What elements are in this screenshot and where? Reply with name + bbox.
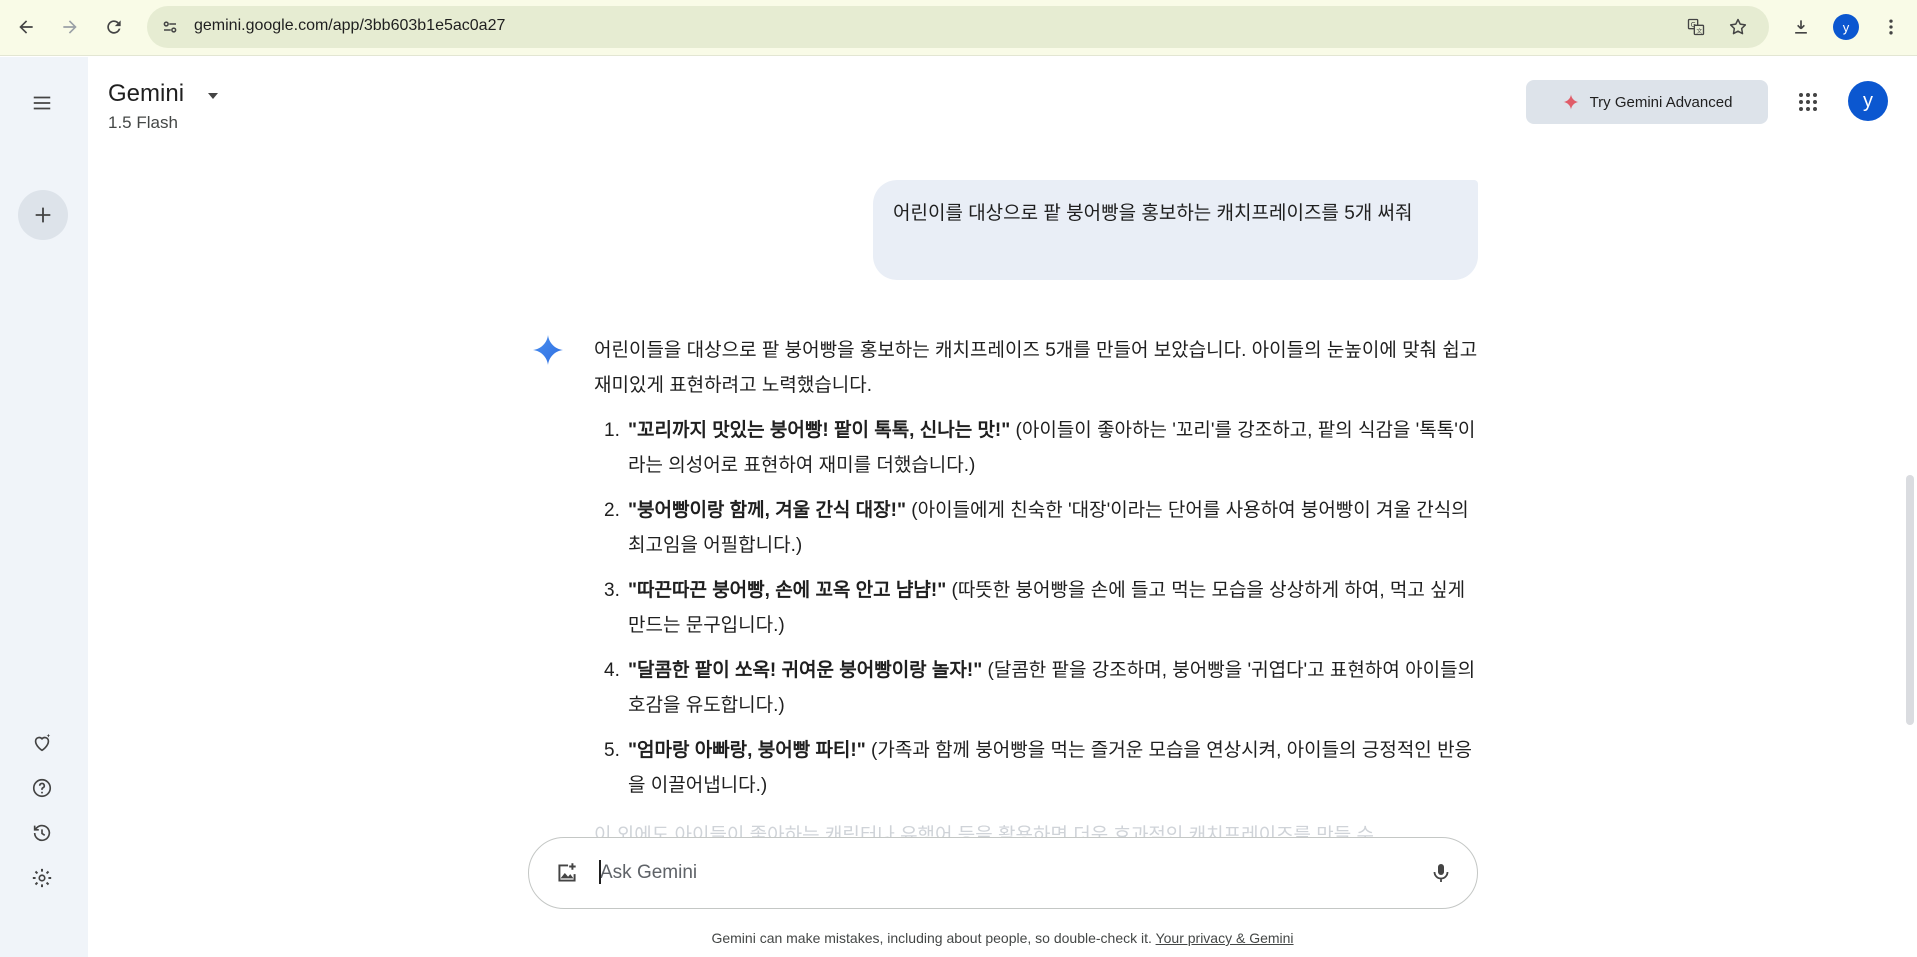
account-avatar[interactable]: y <box>1848 81 1888 121</box>
svg-text:文: 文 <box>1696 27 1702 35</box>
translate-icon[interactable]: G文 <box>1683 14 1709 40</box>
browser-toolbar: gemini.google.com/app/3bb603b1e5ac0a27 G… <box>0 0 1917 56</box>
sparkle-icon <box>1563 94 1579 110</box>
text-cursor <box>599 860 601 884</box>
try-advanced-label: Try Gemini Advanced <box>1589 93 1733 111</box>
download-icon[interactable] <box>1783 9 1819 45</box>
list-item: 1. "꼬리까지 맛있는 붕어빵! 팥이 톡톡, 신나는 맛!" (아이들이 좋아… <box>604 420 1476 476</box>
hamburger-menu-icon[interactable] <box>22 83 62 123</box>
url-text[interactable]: gemini.google.com/app/3bb603b1e5ac0a27 <box>194 17 505 35</box>
disclaimer: Gemini can make mistakes, including abou… <box>0 930 1917 946</box>
chevron-down-icon[interactable] <box>205 88 221 104</box>
privacy-link[interactable]: Your privacy & Gemini <box>1156 930 1294 946</box>
profile-avatar[interactable]: y <box>1833 14 1859 40</box>
back-arrow-icon[interactable] <box>8 9 44 45</box>
list-item: 4. "달콤한 팥이 쏘옥! 귀여운 붕어빵이랑 놀자!" (달콤한 팥을 강조하… <box>604 660 1476 716</box>
star-icon[interactable] <box>1725 14 1751 40</box>
sidebar <box>0 57 88 957</box>
prompt-input[interactable] <box>600 855 1400 891</box>
response-intro: 어린이들을 대상으로 팥 붕어빵을 홍보하는 캐치프레이즈 5개를 만들어 보았… <box>594 340 1478 396</box>
gem-heart-icon[interactable] <box>28 729 56 757</box>
address-bar[interactable]: gemini.google.com/app/3bb603b1e5ac0a27 G… <box>147 6 1769 48</box>
gemini-spark-icon <box>533 335 563 365</box>
add-image-icon[interactable] <box>552 858 582 888</box>
history-icon[interactable] <box>28 819 56 847</box>
disclaimer-text: Gemini can make mistakes, including abou… <box>711 930 1152 946</box>
tune-icon[interactable] <box>157 14 183 40</box>
list-item: 3. "따끈따끈 붕어빵, 손에 꼬옥 안고 냠냠!" (따뜻한 붕어빵을 손에 … <box>604 580 1466 636</box>
forward-arrow-icon[interactable] <box>52 9 88 45</box>
gear-icon[interactable] <box>28 864 56 892</box>
scrollbar-thumb[interactable] <box>1906 475 1914 725</box>
mic-icon[interactable] <box>1424 856 1458 890</box>
plus-icon <box>35 207 51 223</box>
catchphrase-list: 1. "꼬리까지 맛있는 붕어빵! 팥이 톡톡, 신나는 맛!" (아이들이 좋아… <box>594 413 1480 803</box>
reload-icon[interactable] <box>96 9 132 45</box>
help-icon[interactable] <box>28 774 56 802</box>
more-vert-icon[interactable] <box>1873 9 1909 45</box>
user-message: 어린이를 대상으로 팥 붕어빵을 홍보하는 캐치프레이즈를 5개 써줘 <box>873 180 1478 280</box>
try-advanced-button[interactable]: Try Gemini Advanced <box>1526 80 1768 124</box>
model-response: 어린이들을 대상으로 팥 붕어빵을 홍보하는 캐치프레이즈 5개를 만들어 보았… <box>594 333 1480 813</box>
list-item: 5. "엄마랑 아빠랑, 붕어빵 파티!" (가족과 함께 붕어빵을 먹는 즐거운… <box>604 740 1473 796</box>
apps-grid-icon[interactable] <box>1790 84 1826 120</box>
new-chat-button[interactable] <box>18 190 68 240</box>
app-title[interactable]: Gemini <box>108 80 184 108</box>
model-label[interactable]: 1.5 Flash <box>108 113 178 133</box>
list-item: 2. "붕어빵이랑 함께, 겨울 간식 대장!" (아이들에게 친숙한 '대장'이… <box>604 500 1469 556</box>
